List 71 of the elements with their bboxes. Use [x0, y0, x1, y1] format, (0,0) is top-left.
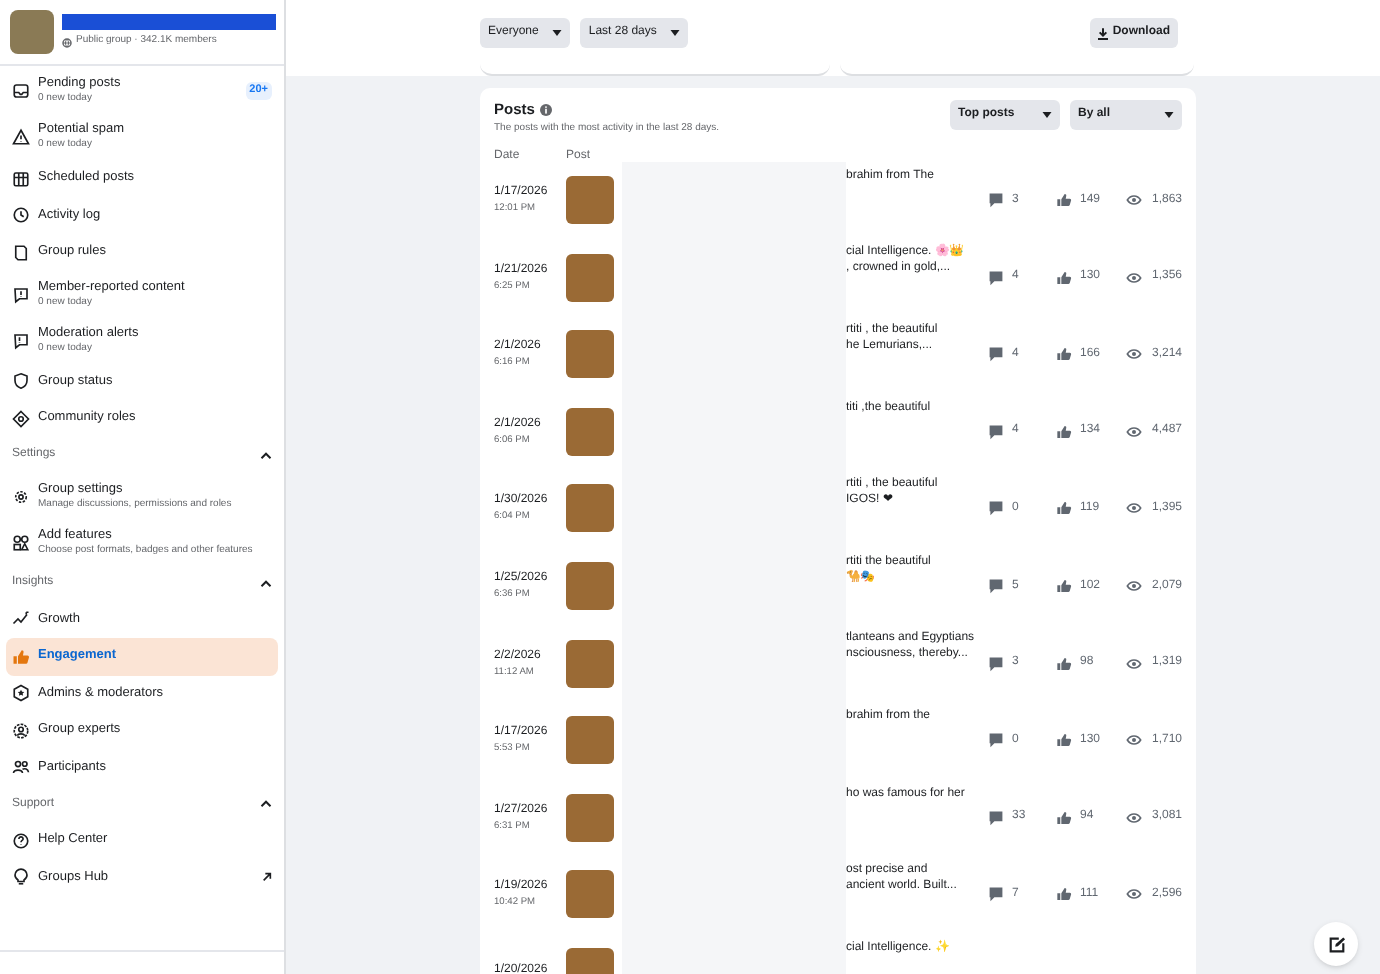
comment-icon — [988, 886, 1004, 903]
comment-icon — [988, 269, 1004, 286]
thumbs-up-icon — [1056, 578, 1072, 595]
group-photo-placeholder — [10, 10, 54, 54]
comment-icon — [988, 655, 1004, 672]
gear-icon — [12, 487, 30, 505]
badge-icon — [12, 684, 30, 703]
people-icon — [12, 758, 30, 777]
download-icon — [1098, 27, 1109, 39]
chevron-icon[interactable] — [260, 451, 272, 459]
post-thumbnail-placeholder — [566, 639, 614, 688]
post-thumbnail-placeholder — [566, 793, 614, 842]
thumbs-up-icon — [1056, 192, 1072, 209]
eye-icon — [1126, 580, 1142, 593]
caret-icon — [1042, 112, 1052, 118]
comment-icon — [988, 423, 1004, 440]
shield-icon — [12, 372, 30, 391]
help-icon — [12, 831, 30, 850]
post-thumbnail-placeholder — [566, 870, 614, 919]
diamond-icon — [12, 409, 30, 428]
comment-icon — [988, 578, 1004, 595]
thumbs-up-icon — [1056, 423, 1072, 440]
eye-icon — [1126, 734, 1142, 747]
document-icon — [12, 243, 30, 262]
comment-icon — [988, 346, 1004, 363]
post-thumbnail-placeholder — [566, 716, 614, 765]
thumbs-up-icon — [1056, 500, 1072, 517]
flag-message-icon — [12, 285, 30, 303]
globe-icon — [62, 37, 72, 47]
info-icon[interactable] — [540, 103, 553, 116]
post-thumbnail-placeholder — [566, 176, 614, 225]
comment-icon — [988, 500, 1004, 517]
compose-icon — [1327, 935, 1345, 953]
thumbs-up-icon — [1056, 346, 1072, 363]
clock-icon — [12, 206, 30, 225]
star-circle-icon — [12, 721, 30, 740]
growth-chart-icon — [12, 610, 30, 629]
shapes-icon — [12, 533, 30, 551]
comment-icon — [988, 192, 1004, 209]
warning-icon — [12, 128, 30, 146]
thumbs-up-icon — [1056, 886, 1072, 903]
post-thumbnail-placeholder — [566, 253, 614, 302]
caret-icon — [1164, 112, 1174, 118]
comment-icon — [988, 809, 1004, 826]
compose-button[interactable] — [1314, 922, 1358, 966]
alert-message-icon — [12, 331, 30, 349]
caret-icon — [552, 30, 563, 36]
post-thumbnail-placeholder — [566, 330, 614, 379]
lightbulb-icon — [12, 868, 30, 887]
chevron-icon[interactable] — [260, 579, 272, 587]
eye-icon — [1126, 811, 1142, 824]
eye-icon — [1126, 271, 1142, 284]
eye-icon — [1126, 502, 1142, 515]
calendar-icon — [12, 169, 30, 188]
comment-icon — [988, 732, 1004, 749]
thumbs-up-icon — [1056, 809, 1072, 826]
thumbs-up-icon — [1056, 269, 1072, 286]
post-thumbnail-placeholder — [566, 562, 614, 611]
thumbs-up-icon — [1056, 655, 1072, 672]
post-thumbnail-placeholder — [566, 484, 614, 533]
eye-icon — [1126, 888, 1142, 901]
caret-icon — [670, 30, 681, 36]
inbox-icon — [12, 82, 30, 100]
chevron-icon[interactable] — [260, 800, 272, 808]
thumbs-up-icon — [12, 647, 30, 666]
eye-icon — [1126, 348, 1142, 361]
eye-icon — [1126, 425, 1142, 438]
thumbs-up-icon — [1056, 732, 1072, 749]
post-thumbnail-placeholder — [566, 407, 614, 456]
eye-icon — [1126, 194, 1142, 207]
eye-icon — [1126, 657, 1142, 670]
